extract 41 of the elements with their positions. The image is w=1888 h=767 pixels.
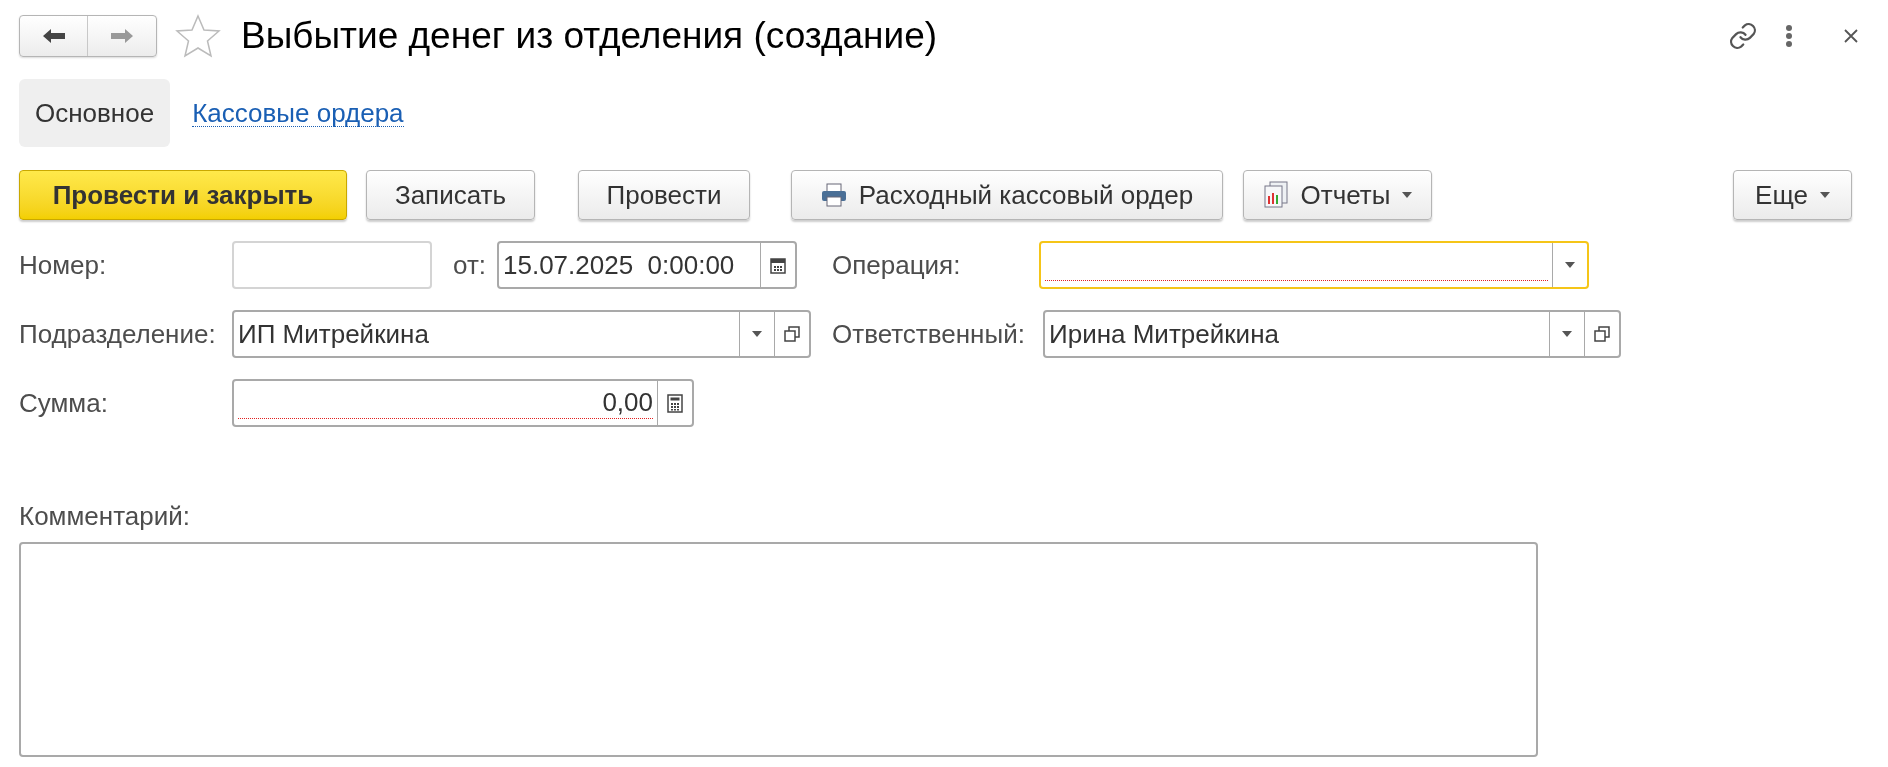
field-label: от: (453, 249, 487, 280)
toolbar-button[interactable]: Провести (578, 170, 750, 220)
link-icon[interactable] (1728, 21, 1758, 51)
tab[interactable]: Основное (19, 79, 171, 147)
more-icon[interactable] (1785, 24, 1793, 48)
toolbar-button[interactable]: Провести и закрыть (19, 170, 347, 220)
toolbar-button[interactable]: Записать (366, 170, 535, 220)
calendar-icon (770, 256, 786, 274)
caret-icon (1562, 331, 1572, 337)
caret-icon (752, 331, 762, 337)
star-icon[interactable] (175, 14, 221, 58)
field-label: Сумма: (19, 387, 108, 418)
close-icon[interactable] (1843, 28, 1859, 44)
toolbar-button[interactable]: Расходный кассовый ордер (791, 170, 1223, 220)
operation-field[interactable] (1039, 241, 1589, 289)
date-field[interactable]: 15.07.2025 0:00:00 (497, 241, 797, 289)
printer-icon (820, 183, 847, 207)
open-icon (1594, 326, 1610, 342)
field-label: Ответственный: (832, 318, 1025, 349)
field-label: Подразделение: (19, 318, 216, 349)
field-value: 15.07.2025 0:00:00 (503, 248, 735, 282)
caret-icon (1565, 262, 1575, 268)
window-title: Выбытие денег из отделения (создание) (241, 14, 938, 59)
field-value: ИП Митрейкина (238, 317, 429, 351)
comment-field[interactable] (19, 542, 1538, 757)
tab[interactable]: Кассовые ордера (192, 99, 404, 127)
more-button[interactable]: Еще (1733, 170, 1852, 220)
toolbar-button[interactable]: Отчеты (1243, 170, 1432, 220)
responsible-field[interactable]: Ирина Митрейкина (1043, 310, 1621, 358)
field-label: Комментарий: (19, 501, 190, 531)
calculator-icon (667, 393, 683, 413)
field-label: Операция: (832, 249, 961, 280)
reports-icon (1262, 181, 1289, 209)
open-icon (784, 326, 800, 342)
field-value: 0,00 (602, 386, 653, 419)
department-field[interactable]: ИП Митрейкина (232, 310, 811, 358)
amount-field[interactable]: 0,00 (232, 379, 694, 427)
left-arrow-icon (42, 28, 65, 44)
field-label: Номер: (19, 249, 107, 280)
field-value: Ирина Митрейкина (1049, 317, 1279, 351)
right-arrow-icon (111, 28, 133, 44)
